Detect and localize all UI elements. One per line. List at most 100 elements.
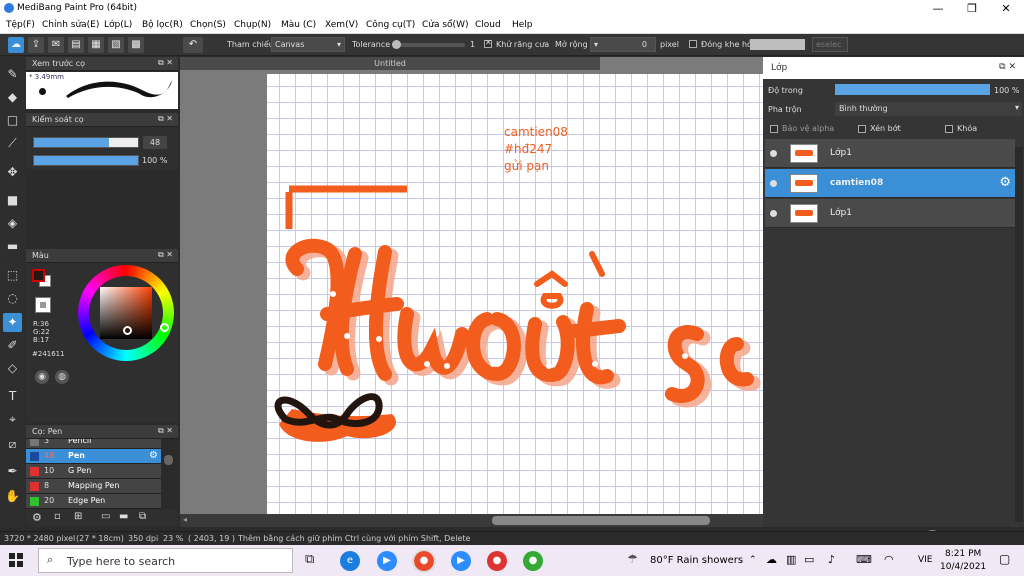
select-eraser-tool-icon[interactable]: ◇ xyxy=(3,359,22,378)
close-gap-checkbox[interactable] xyxy=(689,40,697,48)
brush-list-item[interactable]: 20 Edge Pen xyxy=(26,494,161,509)
hue-handle[interactable] xyxy=(160,323,169,332)
network-icon[interactable]: ▥ xyxy=(786,553,796,566)
menu-color[interactable]: Màu (C) xyxy=(281,20,316,30)
panel-close-icon[interactable]: ⧉ ✕ xyxy=(158,250,173,260)
input-language[interactable]: VIE xyxy=(918,555,933,565)
expand-input[interactable]: ▾ 0 xyxy=(590,37,656,52)
material-icon[interactable]: ▤ xyxy=(68,37,84,53)
panel-close-icon[interactable]: ⧉ ✕ xyxy=(999,62,1016,72)
layer-row[interactable]: Lớp1 xyxy=(765,199,1015,228)
document-tab[interactable]: Untitled xyxy=(180,57,600,70)
menu-help[interactable]: Help xyxy=(512,20,533,30)
chrome-2-icon[interactable]: ● xyxy=(523,551,543,571)
brush-size-value[interactable]: 48 xyxy=(143,136,167,149)
palette-add-icon[interactable]: ◍ xyxy=(55,370,69,384)
magic-wand-tool-icon[interactable]: ✦ xyxy=(3,313,22,332)
blend-select[interactable]: Bình thường ▾ xyxy=(835,102,1022,116)
foreground-color-swatch[interactable] xyxy=(32,269,45,282)
edge-icon[interactable]: e xyxy=(340,551,360,571)
color-picker-handle[interactable] xyxy=(123,326,132,335)
brush-list-scrollbar[interactable] xyxy=(162,439,175,509)
grid-icon[interactable]: ▩ xyxy=(128,37,144,53)
menu-edit[interactable]: Chỉnh sửa(E) xyxy=(42,20,99,30)
close-gap-slider[interactable] xyxy=(750,39,805,50)
menu-cloud[interactable]: Cloud xyxy=(475,20,501,30)
eye-icon[interactable] xyxy=(770,150,777,157)
volume-icon[interactable]: ♪ xyxy=(828,553,835,566)
zoom-icon[interactable]: ▶ xyxy=(377,551,397,571)
panel-close-icon[interactable]: ⧉ ✕ xyxy=(158,426,173,436)
layer-scrollbar[interactable] xyxy=(1015,147,1023,522)
duplicate-icon[interactable]: ⧉ xyxy=(139,511,146,522)
tray-chevron-icon[interactable]: ⌃ xyxy=(749,555,757,565)
brush-settings-icon[interactable]: ⚙ xyxy=(32,511,42,524)
canvas-horizontal-scrollbar[interactable]: ◂ xyxy=(180,514,763,527)
menu-filter[interactable]: Bộ lọc(R) xyxy=(142,20,183,30)
text-tool-icon[interactable]: T xyxy=(3,387,22,406)
zoom-2-icon[interactable]: ▶ xyxy=(451,551,471,571)
lock-checkbox[interactable] xyxy=(945,125,953,133)
reference-select[interactable]: Canvas ▾ xyxy=(271,37,345,52)
select-button[interactable]: eselec xyxy=(812,37,848,52)
divide-tool-icon[interactable]: ⧄ xyxy=(3,435,22,454)
folder-icon[interactable]: ▬ xyxy=(119,511,128,522)
battery-icon[interactable]: ▭ xyxy=(804,553,814,566)
onedrive-icon[interactable]: ☁ xyxy=(766,553,777,566)
brush-list-item[interactable]: 48 Pen ⚙ xyxy=(26,449,161,464)
menu-layer[interactable]: Lớp(L) xyxy=(104,20,132,30)
transparent-swatch[interactable] xyxy=(35,297,51,313)
menu-tools[interactable]: Công cụ(T) xyxy=(366,20,415,30)
select-pen-tool-icon[interactable]: ✐ xyxy=(3,336,22,355)
eye-icon[interactable] xyxy=(770,210,777,217)
new-brush-icon[interactable]: ▫ xyxy=(54,511,61,522)
clock-time[interactable]: 8:21 PM xyxy=(945,549,981,559)
gear-icon[interactable]: ⚙ xyxy=(999,175,1011,190)
hand-tool-icon[interactable]: ✋ xyxy=(3,487,22,506)
menu-view[interactable]: Xem(V) xyxy=(325,20,358,30)
cloud-icon[interactable]: ☁ xyxy=(8,37,24,53)
brush-opacity-slider[interactable] xyxy=(33,155,139,166)
clip-checkbox[interactable] xyxy=(858,125,866,133)
scroll-left-icon[interactable]: ◂ xyxy=(183,515,187,524)
antialias-checkbox[interactable]: ✕ xyxy=(484,38,492,48)
protect-alpha-checkbox[interactable] xyxy=(770,125,778,133)
dot-tool-icon[interactable]: □ xyxy=(3,111,22,130)
task-view-icon[interactable]: ⧉ xyxy=(305,552,314,567)
eyedropper-tool-icon[interactable]: ✒ xyxy=(3,462,22,481)
page-icon[interactable]: ▦ xyxy=(88,37,104,53)
operation-tool-icon[interactable]: ⌖ xyxy=(3,410,22,429)
layer-row[interactable]: camtien08 ⚙ xyxy=(765,169,1015,198)
close-button[interactable]: ✕ xyxy=(989,0,1023,17)
shape-tool-icon[interactable]: ⟋ xyxy=(3,134,22,153)
layer-row[interactable]: Lớp1 xyxy=(765,139,1015,168)
lasso-tool-icon[interactable]: ◌ xyxy=(3,289,22,308)
add-brush-icon[interactable]: ⊞ xyxy=(74,511,82,522)
maximize-button[interactable]: ❐ xyxy=(955,0,989,17)
eraser-tool-icon[interactable]: ◆ xyxy=(3,88,22,107)
brush-list-item[interactable]: 10 G Pen xyxy=(26,464,161,479)
drawing-paper[interactable]: camtien08 #hđ247 gửi pạn xyxy=(267,74,763,514)
share-icon[interactable]: ⇪ xyxy=(28,37,44,53)
select-tool-icon[interactable]: ⬚ xyxy=(3,266,22,285)
brush-list-item[interactable]: 3 Pencil xyxy=(26,439,161,449)
hue-ring[interactable] xyxy=(78,265,174,361)
chrome-icon[interactable]: ● xyxy=(412,549,436,573)
layer-opacity-slider[interactable] xyxy=(835,84,990,95)
palette-icon[interactable]: ◉ xyxy=(35,370,49,384)
windows-start-icon[interactable] xyxy=(9,553,23,567)
gear-icon[interactable]: ⚙ xyxy=(149,450,158,461)
eye-icon[interactable] xyxy=(770,180,777,187)
comment-icon[interactable]: ✉ xyxy=(48,37,64,53)
layout-icon[interactable]: ▧ xyxy=(108,37,124,53)
brush-list-item[interactable]: 8 Mapping Pen xyxy=(26,479,161,494)
scroll-thumb[interactable] xyxy=(492,516,710,525)
gradient-tool-icon[interactable]: ▬ xyxy=(3,237,22,256)
fill-rect-tool-icon[interactable]: ■ xyxy=(3,191,22,210)
brush-size-slider[interactable] xyxy=(33,137,139,148)
panel-close-icon[interactable]: ⧉ ✕ xyxy=(158,114,173,124)
bucket-tool-icon[interactable]: ◈ xyxy=(3,214,22,233)
brush-tool-icon[interactable]: ✎ xyxy=(3,65,22,84)
chrome-profile-icon[interactable]: ● xyxy=(487,551,507,571)
menu-file[interactable]: Tệp(F) xyxy=(6,20,35,30)
